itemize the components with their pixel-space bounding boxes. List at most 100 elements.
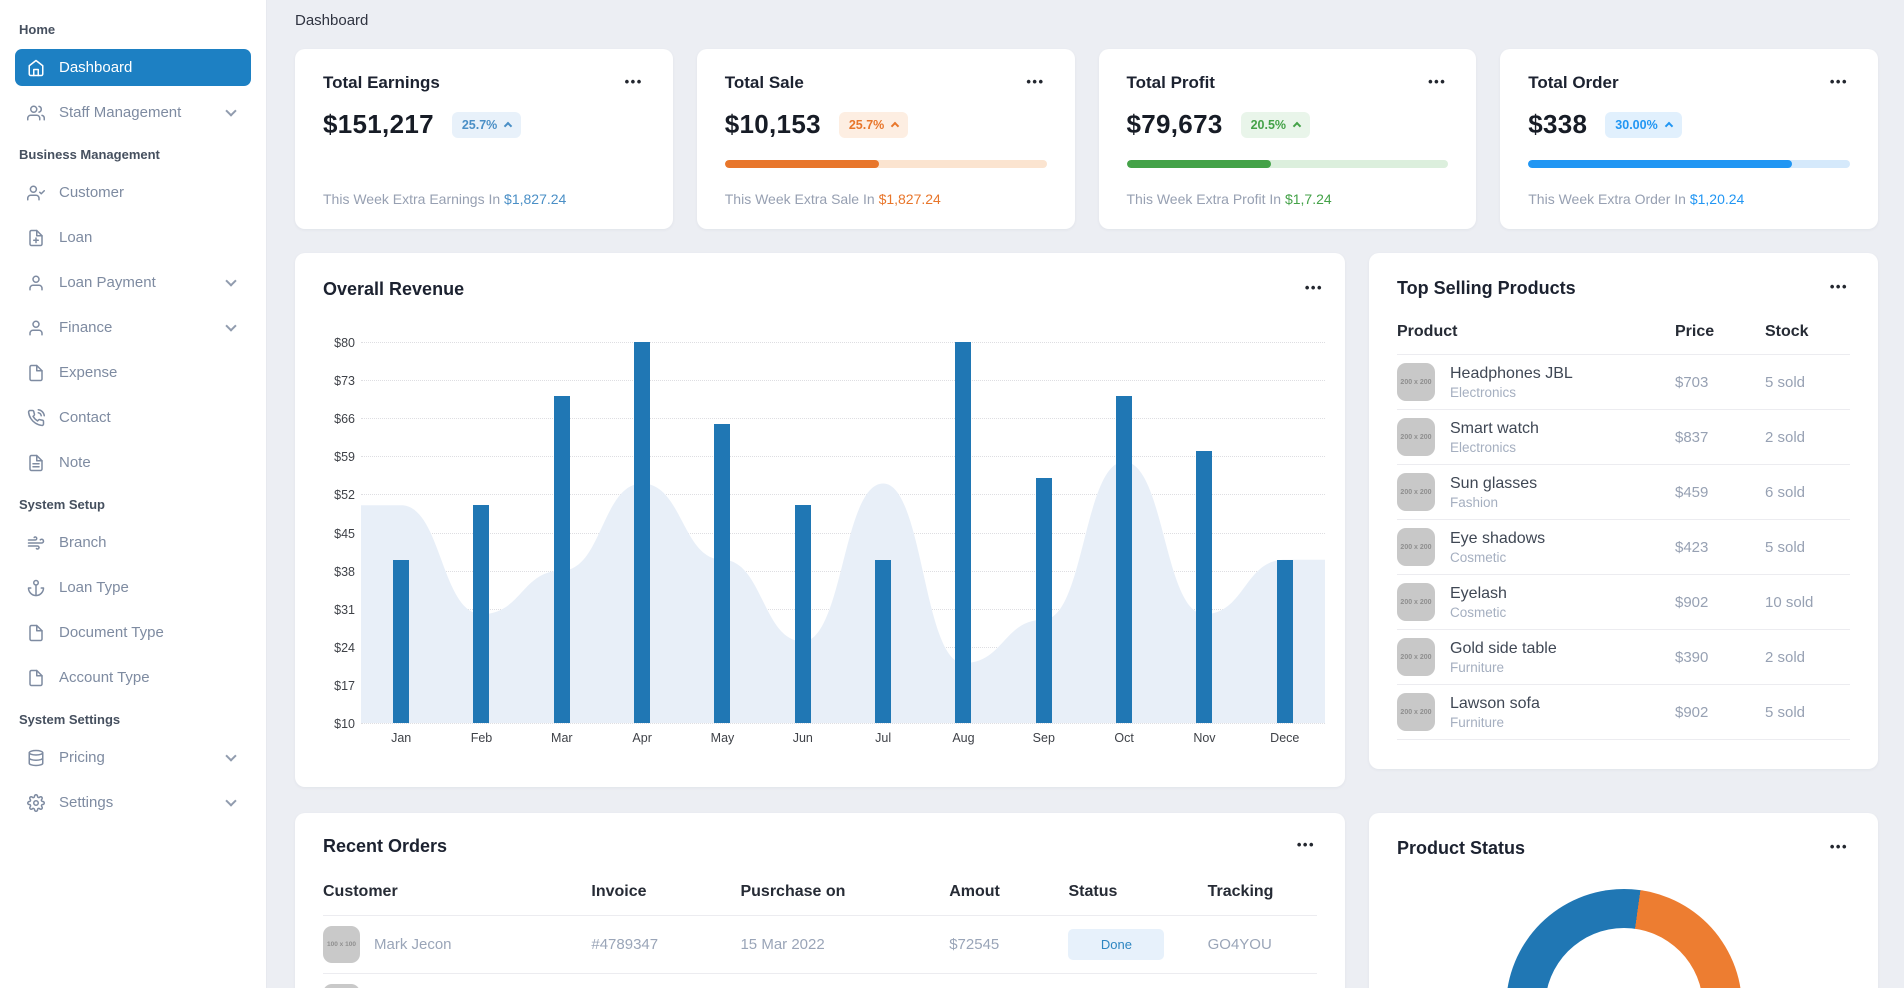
stat-change-badge: 20.5% [1241, 112, 1310, 138]
product-stock: 10 sold [1765, 594, 1850, 611]
product-name-block: Eye shadowsCosmetic [1450, 530, 1545, 565]
ellipsis-menu-icon[interactable]: ••• [1295, 836, 1317, 853]
sidebar-item-pricing[interactable]: Pricing [15, 739, 251, 776]
product-thumbnail: 200 x 200 [1397, 638, 1435, 676]
revenue-chart-x-axis: JanFebMarAprMayJunJulAugSepOctNovDece [361, 731, 1325, 745]
x-axis-label: May [682, 731, 762, 745]
sidebar-item-expense[interactable]: Expense [15, 354, 251, 391]
ellipsis-menu-icon[interactable]: ••• [1828, 73, 1850, 90]
sidebar-item-finance[interactable]: Finance [15, 309, 251, 346]
sidebar-item-label: Dashboard [59, 59, 132, 76]
revenue-bar [1196, 451, 1212, 723]
order-invoice: #4789347 [591, 936, 740, 953]
sidebar: HomeDashboardStaff ManagementBusiness Ma… [0, 0, 267, 988]
product-name-block: EyelashCosmetic [1450, 585, 1507, 620]
product-price: $902 [1675, 594, 1765, 611]
stat-card-header: Total Profit••• [1127, 73, 1449, 93]
sidebar-item-document-type[interactable]: Document Type [15, 614, 251, 651]
sidebar-item-label: Loan Payment [59, 274, 156, 291]
chevron-up-icon [891, 121, 899, 129]
stat-progress-bar [725, 160, 1047, 168]
stat-card-total-sale: Total Sale•••$10,15325.7%This Week Extra… [697, 49, 1075, 229]
product-status-card: Product Status ••• [1369, 813, 1878, 988]
product-category: Electronics [1450, 440, 1539, 455]
ellipsis-menu-icon[interactable]: ••• [1828, 278, 1850, 295]
stat-note-amount: $1,827.24 [879, 191, 941, 207]
phone-icon [27, 409, 45, 427]
x-axis-label: Mar [522, 731, 602, 745]
x-axis-label: Jul [843, 731, 923, 745]
sidebar-item-settings[interactable]: Settings [15, 784, 251, 821]
product-category: Furniture [1450, 660, 1557, 675]
column-header: Stock [1765, 323, 1850, 341]
ellipsis-menu-icon[interactable]: ••• [1024, 73, 1046, 90]
user-icon [27, 274, 45, 292]
status-badge: Done [1068, 929, 1164, 960]
order-tracking: GO4YOU [1208, 936, 1317, 953]
product-thumbnail: 200 x 200 [1397, 418, 1435, 456]
table-row: 200 x 200Gold side tableFurniture$3902 s… [1397, 630, 1850, 685]
ellipsis-menu-icon[interactable]: ••• [1426, 73, 1448, 90]
app-root: HomeDashboardStaff ManagementBusiness Ma… [0, 0, 1904, 988]
y-axis-tick: $80 [315, 336, 355, 350]
stat-note-amount: $1,20.24 [1690, 191, 1745, 207]
x-axis-label: Feb [441, 731, 521, 745]
revenue-bar [473, 505, 489, 723]
sidebar-item-staff-management[interactable]: Staff Management [15, 94, 251, 131]
sidebar-item-account-type[interactable]: Account Type [15, 659, 251, 696]
sidebar-item-dashboard[interactable]: Dashboard [15, 49, 251, 86]
product-name: Sun glasses [1450, 475, 1537, 493]
revenue-bar [393, 560, 409, 723]
stat-change-badge: 30.00% [1605, 112, 1681, 138]
bar-slot-aug [923, 342, 1003, 723]
top-products-column-headers: ProductPriceStock [1397, 323, 1850, 355]
revenue-bar [1116, 396, 1132, 723]
product-cell: 200 x 200 Eye shadowsCosmetic [1397, 528, 1675, 566]
product-thumbnail: 200 x 200 [1397, 528, 1435, 566]
product-name-block: Sun glassesFashion [1450, 475, 1537, 510]
stat-note: This Week Extra Order In $1,20.24 [1528, 191, 1850, 207]
order-amount: $72545 [949, 936, 1068, 953]
product-stock: 5 sold [1765, 704, 1850, 721]
column-header: Amout [949, 883, 1068, 901]
chevron-down-icon [225, 105, 236, 116]
sidebar-item-branch[interactable]: Branch [15, 524, 251, 561]
ellipsis-menu-icon[interactable]: ••• [1303, 279, 1325, 296]
sidebar-item-label: Staff Management [59, 104, 181, 121]
stat-progress-fill [725, 160, 879, 168]
file-icon [27, 624, 45, 642]
sidebar-item-customer[interactable]: Customer [15, 174, 251, 211]
sidebar-item-loan[interactable]: Loan [15, 219, 251, 256]
stat-value-row: $10,15325.7% [725, 109, 1047, 140]
top-products-table: ProductPriceStock200 x 200Headphones JBL… [1397, 323, 1850, 740]
product-thumbnail: 200 x 200 [1397, 693, 1435, 731]
sidebar-item-note[interactable]: Note [15, 444, 251, 481]
customer-cell [323, 984, 591, 988]
y-axis-tick: $38 [315, 565, 355, 579]
avatar: 100 x 100 [323, 926, 360, 963]
product-name: Gold side table [1450, 640, 1557, 658]
revenue-bar [554, 396, 570, 723]
recent-orders-table: CustomerInvoicePusrchase onAmoutStatusTr… [323, 883, 1317, 988]
top-products-card: Top Selling Products ••• ProductPriceSto… [1369, 253, 1878, 769]
sidebar-item-loan-type[interactable]: Loan Type [15, 569, 251, 606]
revenue-bar [714, 424, 730, 723]
sidebar-item-label: Loan Type [59, 579, 129, 596]
product-status-title: Product Status [1397, 838, 1525, 859]
sidebar-item-loan-payment[interactable]: Loan Payment [15, 264, 251, 301]
bar-slot-sep [1004, 342, 1084, 723]
users-icon [27, 104, 45, 122]
overall-revenue-title: Overall Revenue [323, 279, 464, 300]
chevron-up-icon [504, 121, 512, 129]
ellipsis-menu-icon[interactable]: ••• [1828, 838, 1850, 855]
table-row: 200 x 200Sun glassesFashion$4596 sold [1397, 465, 1850, 520]
order-status-cell: Done [1068, 929, 1207, 960]
stat-value: $79,673 [1127, 109, 1223, 140]
stat-note-text: This Week Extra Earnings In [323, 191, 504, 207]
ellipsis-menu-icon[interactable]: ••• [623, 73, 645, 90]
sidebar-item-contact[interactable]: Contact [15, 399, 251, 436]
chevron-up-icon [1293, 121, 1301, 129]
bar-slot-dece [1245, 342, 1325, 723]
product-price: $423 [1675, 539, 1765, 556]
recent-orders-card: Recent Orders ••• CustomerInvoicePusrcha… [295, 813, 1345, 988]
